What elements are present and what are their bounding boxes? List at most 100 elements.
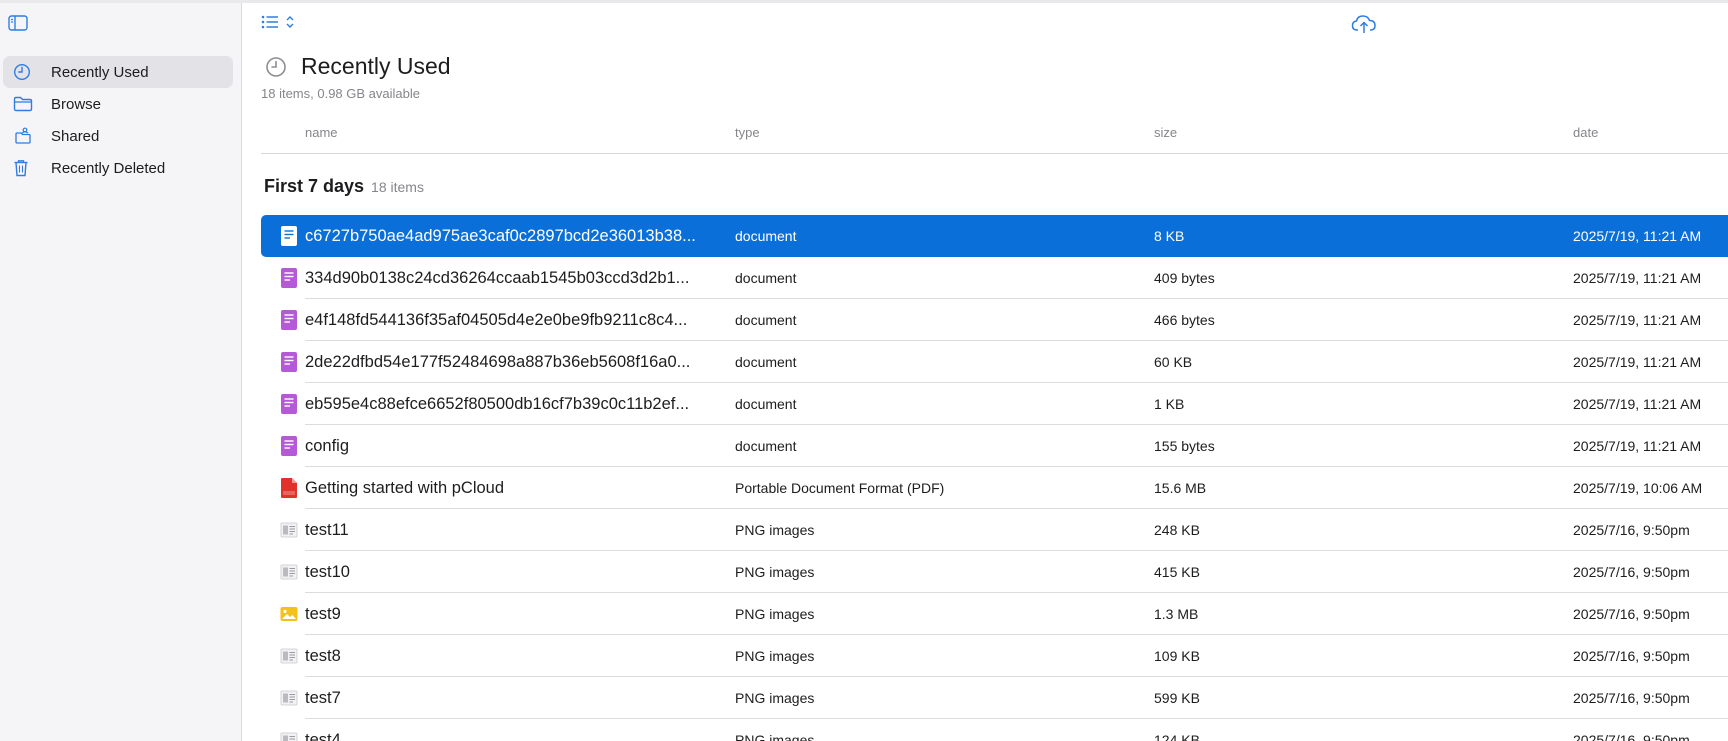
file-row[interactable]: Getting started with pCloud Portable Doc…: [261, 467, 1728, 509]
file-name: test9: [305, 605, 341, 623]
file-type: Portable Document Format (PDF): [735, 480, 945, 496]
column-header-row: name type size date: [261, 115, 1728, 154]
file-size: 124 KB: [1154, 732, 1200, 741]
list-view-icon: [261, 15, 279, 34]
pdf-icon: [280, 477, 298, 499]
file-date: 2025/7/19, 11:21 AM: [1573, 270, 1702, 286]
image-icon: [280, 603, 298, 625]
file-name: test7: [305, 689, 341, 707]
file-name: Getting started with pCloud: [305, 479, 505, 497]
sidebar-toggle-icon[interactable]: [8, 15, 30, 33]
column-header-type[interactable]: type: [735, 125, 760, 140]
file-type: document: [735, 396, 797, 412]
document-icon: [280, 435, 298, 457]
sidebar-item-recently-used[interactable]: Recently Used: [3, 56, 233, 88]
file-size: 466 bytes: [1154, 312, 1215, 328]
file-row[interactable]: c6727b750ae4ad975ae3caf0c2897bcd2e36013b…: [261, 215, 1728, 257]
file-date: 2025/7/16, 9:50pm: [1573, 564, 1690, 580]
file-row[interactable]: e4f148fd544136f35af04505d4e2e0be9fb9211c…: [261, 299, 1728, 341]
file-name: config: [305, 437, 350, 455]
file-date: 2025/7/16, 9:50pm: [1573, 522, 1690, 538]
file-name: test10: [305, 563, 350, 581]
file-name: test4: [305, 731, 341, 741]
document-icon: [280, 393, 298, 415]
sidebar-item-label: Recently Used: [51, 63, 149, 81]
image-thumbnail-icon: [280, 729, 298, 741]
file-date: 2025/7/19, 11:21 AM: [1573, 438, 1702, 454]
file-name: test11: [305, 521, 349, 539]
file-size: 1 KB: [1154, 396, 1185, 412]
file-size: 599 KB: [1154, 690, 1200, 706]
file-row[interactable]: config document 155 bytes 2025/7/19, 11:…: [261, 425, 1728, 467]
sidebar-item-recently-deleted[interactable]: Recently Deleted: [3, 152, 233, 184]
file-type: PNG images: [735, 690, 815, 706]
sidebar-nav: Recently Used Browse Shared Recently Del…: [3, 56, 233, 184]
chevron-up-down-icon: [285, 15, 295, 34]
file-size: 15.6 MB: [1154, 480, 1207, 496]
sidebar-item-label: Browse: [51, 95, 102, 113]
file-size: 8 KB: [1154, 228, 1185, 244]
file-row[interactable]: test9 PNG images 1.3 MB 2025/7/16, 9:50p…: [261, 593, 1728, 635]
file-date: 2025/7/19, 11:21 AM: [1573, 228, 1702, 244]
file-type: document: [735, 228, 797, 244]
image-thumbnail-icon: [280, 687, 298, 709]
file-row[interactable]: eb595e4c88efce6652f80500db16cf7b39c0c11b…: [261, 383, 1728, 425]
file-type: document: [735, 354, 797, 370]
file-date: 2025/7/19, 11:21 AM: [1573, 312, 1702, 328]
sidebar: Recently Used Browse Shared Recently Del…: [0, 3, 242, 741]
file-date: 2025/7/16, 9:50pm: [1573, 690, 1690, 706]
file-list: c6727b750ae4ad975ae3caf0c2897bcd2e36013b…: [261, 215, 1728, 741]
sidebar-item-label: Recently Deleted: [51, 159, 166, 177]
column-header-name[interactable]: name: [305, 125, 338, 140]
file-row[interactable]: test11 PNG images 248 KB 2025/7/16, 9:50…: [261, 509, 1728, 551]
column-header-date[interactable]: date: [1573, 125, 1598, 140]
cloud-upload-icon[interactable]: [1351, 13, 1379, 37]
file-row[interactable]: test4 PNG images 124 KB 2025/7/16, 9:50p…: [261, 719, 1728, 741]
file-row[interactable]: test10 PNG images 415 KB 2025/7/16, 9:50…: [261, 551, 1728, 593]
file-size: 415 KB: [1154, 564, 1200, 580]
document-icon: [280, 309, 298, 331]
file-size: 409 bytes: [1154, 270, 1215, 286]
group-title: First 7 days: [264, 176, 365, 196]
file-row[interactable]: test7 PNG images 599 KB 2025/7/16, 9:50p…: [261, 677, 1728, 719]
file-type: PNG images: [735, 564, 815, 580]
file-name: 334d90b0138c24cd36264ccaab1545b03ccd3d2b…: [305, 269, 690, 287]
file-type: document: [735, 312, 797, 328]
column-header-size[interactable]: size: [1154, 125, 1177, 140]
file-size: 109 KB: [1154, 648, 1200, 664]
file-type: document: [735, 438, 797, 454]
group-header: First 7 days 18 items: [264, 176, 424, 197]
clock-icon: [13, 62, 37, 82]
image-thumbnail-icon: [280, 645, 298, 667]
file-size: 1.3 MB: [1154, 606, 1199, 622]
file-type: document: [735, 270, 797, 286]
file-row[interactable]: 2de22dfbd54e177f52484698a887b36eb5608f16…: [261, 341, 1728, 383]
view-options-button[interactable]: [261, 15, 295, 34]
sidebar-item-label: Shared: [51, 127, 100, 145]
file-date: 2025/7/16, 9:50pm: [1573, 732, 1690, 741]
image-thumbnail-icon: [280, 519, 298, 541]
storage-summary: 18 items, 0.98 GB available: [261, 86, 420, 101]
file-name: eb595e4c88efce6652f80500db16cf7b39c0c11b…: [305, 395, 690, 413]
main-content: Recently Used 18 items, 0.98 GB availabl…: [243, 3, 1728, 741]
group-count: 18 items: [371, 179, 424, 195]
file-name: 2de22dfbd54e177f52484698a887b36eb5608f16…: [305, 353, 691, 371]
sidebar-item-browse[interactable]: Browse: [3, 88, 233, 120]
shared-folder-icon: [13, 126, 37, 146]
file-date: 2025/7/19, 11:21 AM: [1573, 396, 1702, 412]
file-date: 2025/7/19, 11:21 AM: [1573, 354, 1702, 370]
file-date: 2025/7/16, 9:50pm: [1573, 606, 1690, 622]
sidebar-item-shared[interactable]: Shared: [3, 120, 233, 152]
file-size: 60 KB: [1154, 354, 1193, 370]
file-row[interactable]: test8 PNG images 109 KB 2025/7/16, 9:50p…: [261, 635, 1728, 677]
file-type: PNG images: [735, 606, 815, 622]
file-size: 155 bytes: [1154, 438, 1215, 454]
file-name: c6727b750ae4ad975ae3caf0c2897bcd2e36013b…: [305, 227, 696, 245]
file-date: 2025/7/19, 10:06 AM: [1573, 480, 1703, 496]
clock-icon: [265, 56, 287, 78]
image-thumbnail-icon: [280, 561, 298, 583]
file-name: test8: [305, 647, 341, 665]
file-date: 2025/7/16, 9:50pm: [1573, 648, 1690, 664]
file-name: e4f148fd544136f35af04505d4e2e0be9fb9211c…: [305, 311, 688, 329]
file-row[interactable]: 334d90b0138c24cd36264ccaab1545b03ccd3d2b…: [261, 257, 1728, 299]
